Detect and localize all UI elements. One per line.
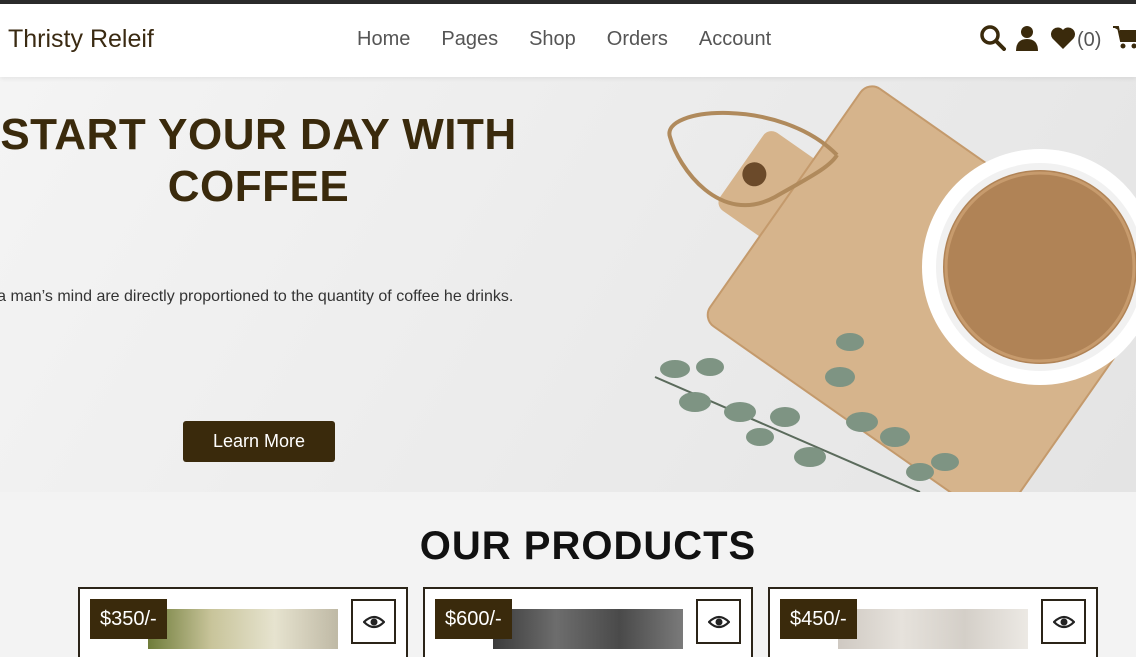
eye-icon[interactable] <box>696 599 741 644</box>
user-icon[interactable] <box>1016 25 1038 56</box>
cart-icon[interactable] <box>1113 25 1136 56</box>
search-icon[interactable] <box>979 24 1006 56</box>
product-price: $350/- <box>90 599 167 639</box>
wishlist-count[interactable]: (0) <box>1077 29 1101 52</box>
coffee-board-image <box>654 85 1136 492</box>
products-section: OUR PRODUCTS $350/- $600/- $450/- <box>0 492 1136 657</box>
product-card[interactable]: $600/- <box>423 587 753 657</box>
nav-shop[interactable]: Shop <box>529 28 576 51</box>
hero-quote: vers of a man’s mind are directly propor… <box>0 288 514 305</box>
site-header: Thristy Releif Home Pages Shop Orders Ac… <box>0 4 1136 77</box>
product-image[interactable] <box>148 609 338 649</box>
product-card[interactable]: $450/- <box>768 587 1098 657</box>
nav-account[interactable]: Account <box>699 28 771 51</box>
site-logo[interactable]: Thristy Releif <box>8 25 154 54</box>
hero-banner: START YOUR DAY WITH COFFEE vers of a man… <box>0 77 1136 492</box>
hero-title-line-1: START YOUR DAY WITH <box>0 110 517 159</box>
header-icons: (0) <box>979 24 1136 56</box>
product-image[interactable] <box>838 609 1028 649</box>
nav-orders[interactable]: Orders <box>607 28 668 51</box>
products-title: OUR PRODUCTS <box>419 524 757 568</box>
eye-icon[interactable] <box>1041 599 1086 644</box>
product-image[interactable] <box>493 609 683 649</box>
heart-icon[interactable] <box>1050 26 1076 55</box>
hero-title: START YOUR DAY WITH COFFEE <box>0 109 517 213</box>
learn-more-button[interactable]: Learn More <box>183 421 335 462</box>
nav-pages[interactable]: Pages <box>441 28 498 51</box>
nav-home[interactable]: Home <box>357 28 410 51</box>
product-price: $450/- <box>780 599 857 639</box>
product-card[interactable]: $350/- <box>78 587 408 657</box>
product-price: $600/- <box>435 599 512 639</box>
hero-title-line-2: COFFEE <box>167 162 350 211</box>
main-nav: Home Pages Shop Orders Account <box>357 28 802 51</box>
eye-icon[interactable] <box>351 599 396 644</box>
